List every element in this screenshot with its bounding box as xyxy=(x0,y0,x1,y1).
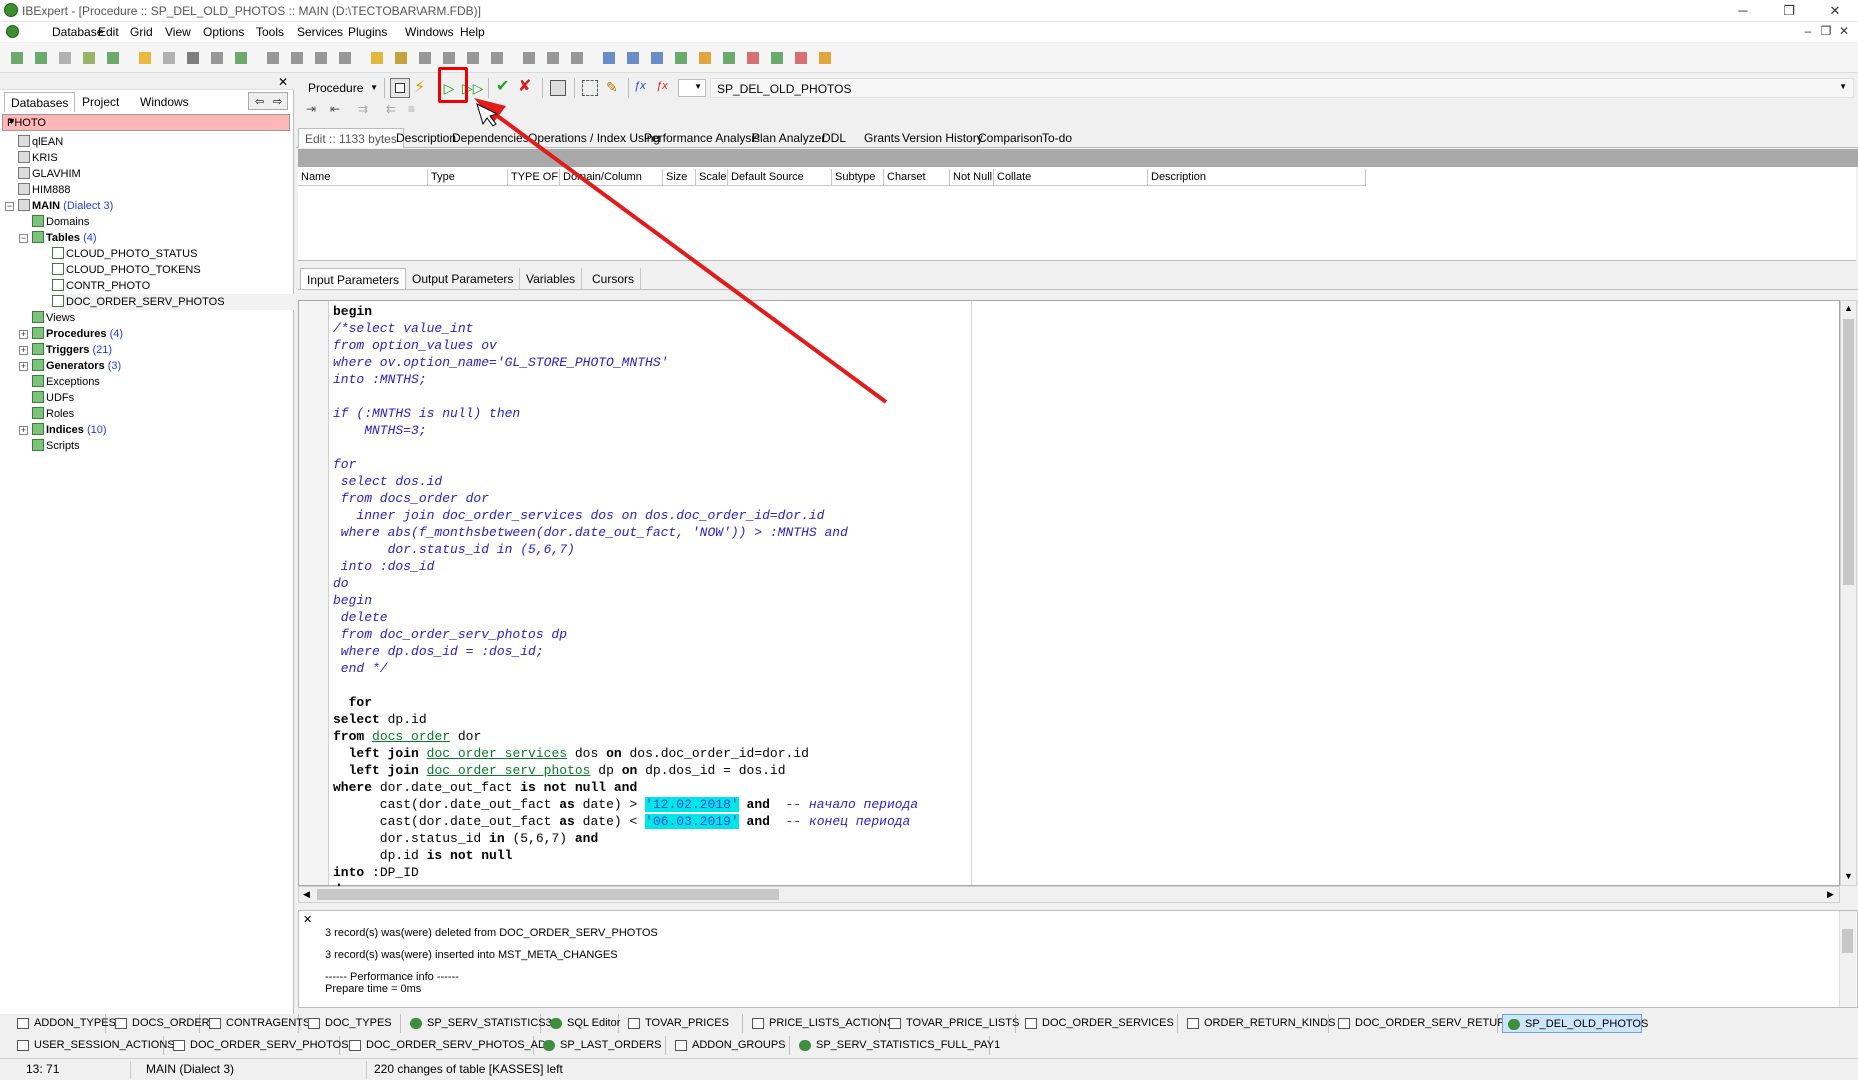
annotation-arrow xyxy=(474,98,888,404)
